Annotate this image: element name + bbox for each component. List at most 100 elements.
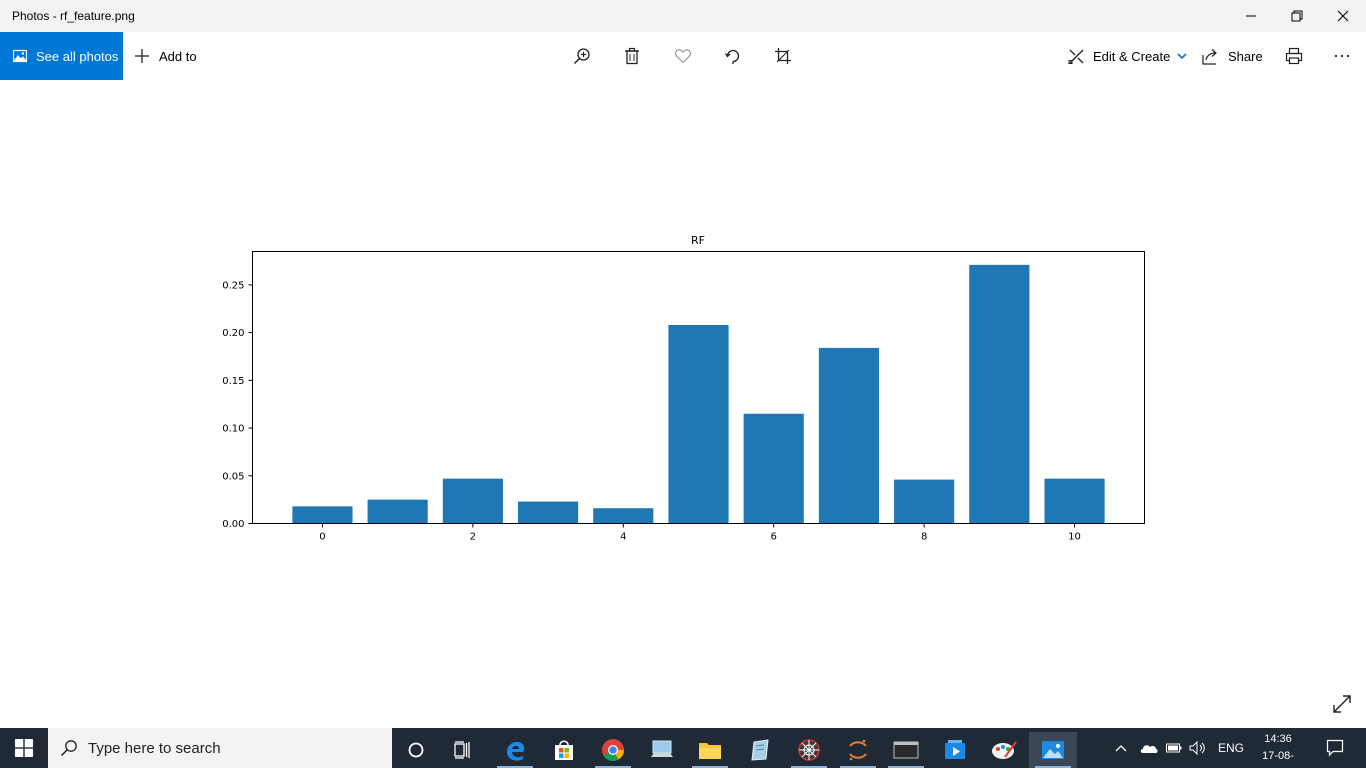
y-tick-label: 0.05 (222, 471, 244, 482)
title-bar: Photos - rf_feature.png (0, 0, 1366, 32)
bar-10 (1044, 478, 1105, 524)
minimize-button[interactable] (1228, 0, 1274, 32)
network-app[interactable] (785, 732, 833, 768)
close-button[interactable] (1320, 0, 1366, 32)
language-indicator[interactable]: ENG (1218, 741, 1244, 755)
photos-app[interactable] (1029, 732, 1077, 768)
see-all-photos-button[interactable]: See all photos (0, 32, 123, 80)
command-bar: See all photos Add to Edit & Create Shar… (0, 32, 1366, 80)
restore-button[interactable] (1274, 0, 1320, 32)
cortana-button[interactable] (392, 732, 440, 768)
bar-9 (969, 264, 1030, 524)
volume-icon[interactable] (1189, 740, 1207, 756)
bar-7 (818, 347, 880, 524)
web-icon (798, 739, 820, 761)
rotate-button[interactable] (721, 44, 745, 68)
zoom-button[interactable] (570, 44, 594, 68)
x-axis: 0 2 4 6 8 10 (319, 523, 1081, 543)
zoom-in-icon (573, 48, 590, 65)
add-to-label: Add to (159, 48, 197, 64)
share-button[interactable]: Share (1202, 32, 1263, 80)
media-app[interactable] (931, 732, 979, 768)
taskbar: Type here to search ENG 14:36 17-08-2020 (0, 728, 1366, 779)
bar-8 (894, 479, 955, 524)
minimize-icon (1246, 15, 1256, 17)
see-all-photos-label: See all photos (36, 48, 119, 64)
x-tick-label: 6 (771, 532, 777, 543)
x-tick-label: 8 (921, 532, 927, 543)
this-pc-app[interactable] (638, 732, 686, 768)
task-view-button[interactable] (440, 732, 488, 768)
task-view-icon (454, 741, 470, 759)
chart-title: RF (691, 234, 705, 247)
plus-icon (135, 49, 149, 63)
bar-chart: RF 0.00 0.05 0.10 0.15 0.20 0.25 0 2 4 6 8 10 (222, 234, 1145, 543)
y-tick-label: 0.25 (222, 280, 244, 291)
photos-app-icon (1042, 741, 1064, 759)
bars-group (292, 264, 1105, 524)
image-viewer[interactable]: RF 0.00 0.05 0.10 0.15 0.20 0.25 0 2 4 6 8 10 (0, 80, 1366, 728)
restore-icon (1291, 10, 1303, 22)
jupyter-app[interactable] (834, 732, 882, 768)
y-tick-label: 0.00 (222, 519, 244, 530)
notes-app[interactable] (736, 732, 784, 768)
start-button[interactable] (0, 728, 48, 768)
system-tray: ENG (1114, 728, 1244, 768)
crop-button[interactable] (771, 44, 795, 68)
paint-icon (992, 741, 1017, 759)
windows-icon (15, 739, 33, 757)
y-axis: 0.00 0.05 0.10 0.15 0.20 0.25 (222, 280, 253, 530)
rotate-icon (724, 49, 740, 64)
edge-icon (507, 742, 525, 761)
bar-6 (743, 413, 804, 524)
store-app[interactable] (540, 732, 588, 768)
onedrive-icon[interactable] (1140, 742, 1158, 754)
edit-create-button[interactable]: Edit & Create (1068, 32, 1187, 80)
delete-icon (625, 47, 639, 65)
terminal-app[interactable] (882, 732, 930, 768)
more-icon (1334, 54, 1350, 58)
cortana-icon (408, 742, 424, 758)
print-button[interactable] (1282, 44, 1306, 68)
battery-icon[interactable] (1166, 743, 1182, 753)
x-tick-label: 10 (1068, 532, 1081, 543)
search-placeholder: Type here to search (88, 739, 221, 757)
jupyter-icon (849, 739, 867, 761)
y-tick-label: 0.20 (222, 328, 244, 339)
bar-1 (367, 499, 428, 524)
file-explorer-app[interactable] (686, 732, 734, 768)
chrome-icon (602, 739, 624, 761)
clock-date: 17-08-2020 (1262, 750, 1294, 779)
chevron-down-icon (1177, 53, 1187, 60)
x-tick-label: 0 (319, 532, 325, 543)
bar-2 (442, 478, 503, 524)
photos-icon (13, 49, 27, 63)
edge-app[interactable] (491, 732, 539, 768)
heart-icon (674, 49, 692, 64)
clock-time: 14:36 (1264, 733, 1292, 745)
x-tick-label: 4 (620, 532, 626, 543)
paint-app[interactable] (980, 732, 1028, 768)
notebook-icon (751, 739, 769, 761)
y-tick-label: 0.15 (222, 376, 244, 387)
action-center-button[interactable] (1311, 730, 1359, 766)
fullscreen-icon[interactable] (1330, 692, 1354, 716)
close-icon (1337, 10, 1349, 22)
x-tick-label: 2 (470, 532, 476, 543)
search-icon (60, 740, 77, 757)
video-icon (945, 740, 965, 759)
terminal-icon (893, 741, 919, 759)
bar-4 (593, 508, 654, 524)
clock[interactable]: 14:36 17-08-2020 (1250, 731, 1306, 782)
taskbar-search[interactable]: Type here to search (48, 728, 392, 768)
favorite-button[interactable] (671, 44, 695, 68)
delete-button[interactable] (620, 44, 644, 68)
store-icon (555, 740, 573, 760)
chrome-app[interactable] (589, 732, 637, 768)
bar-0 (292, 506, 353, 524)
bar-5 (668, 324, 729, 524)
y-tick-label: 0.10 (222, 424, 244, 435)
more-button[interactable] (1330, 44, 1354, 68)
add-to-button[interactable]: Add to (134, 32, 197, 80)
chevron-up-icon[interactable] (1114, 743, 1128, 753)
